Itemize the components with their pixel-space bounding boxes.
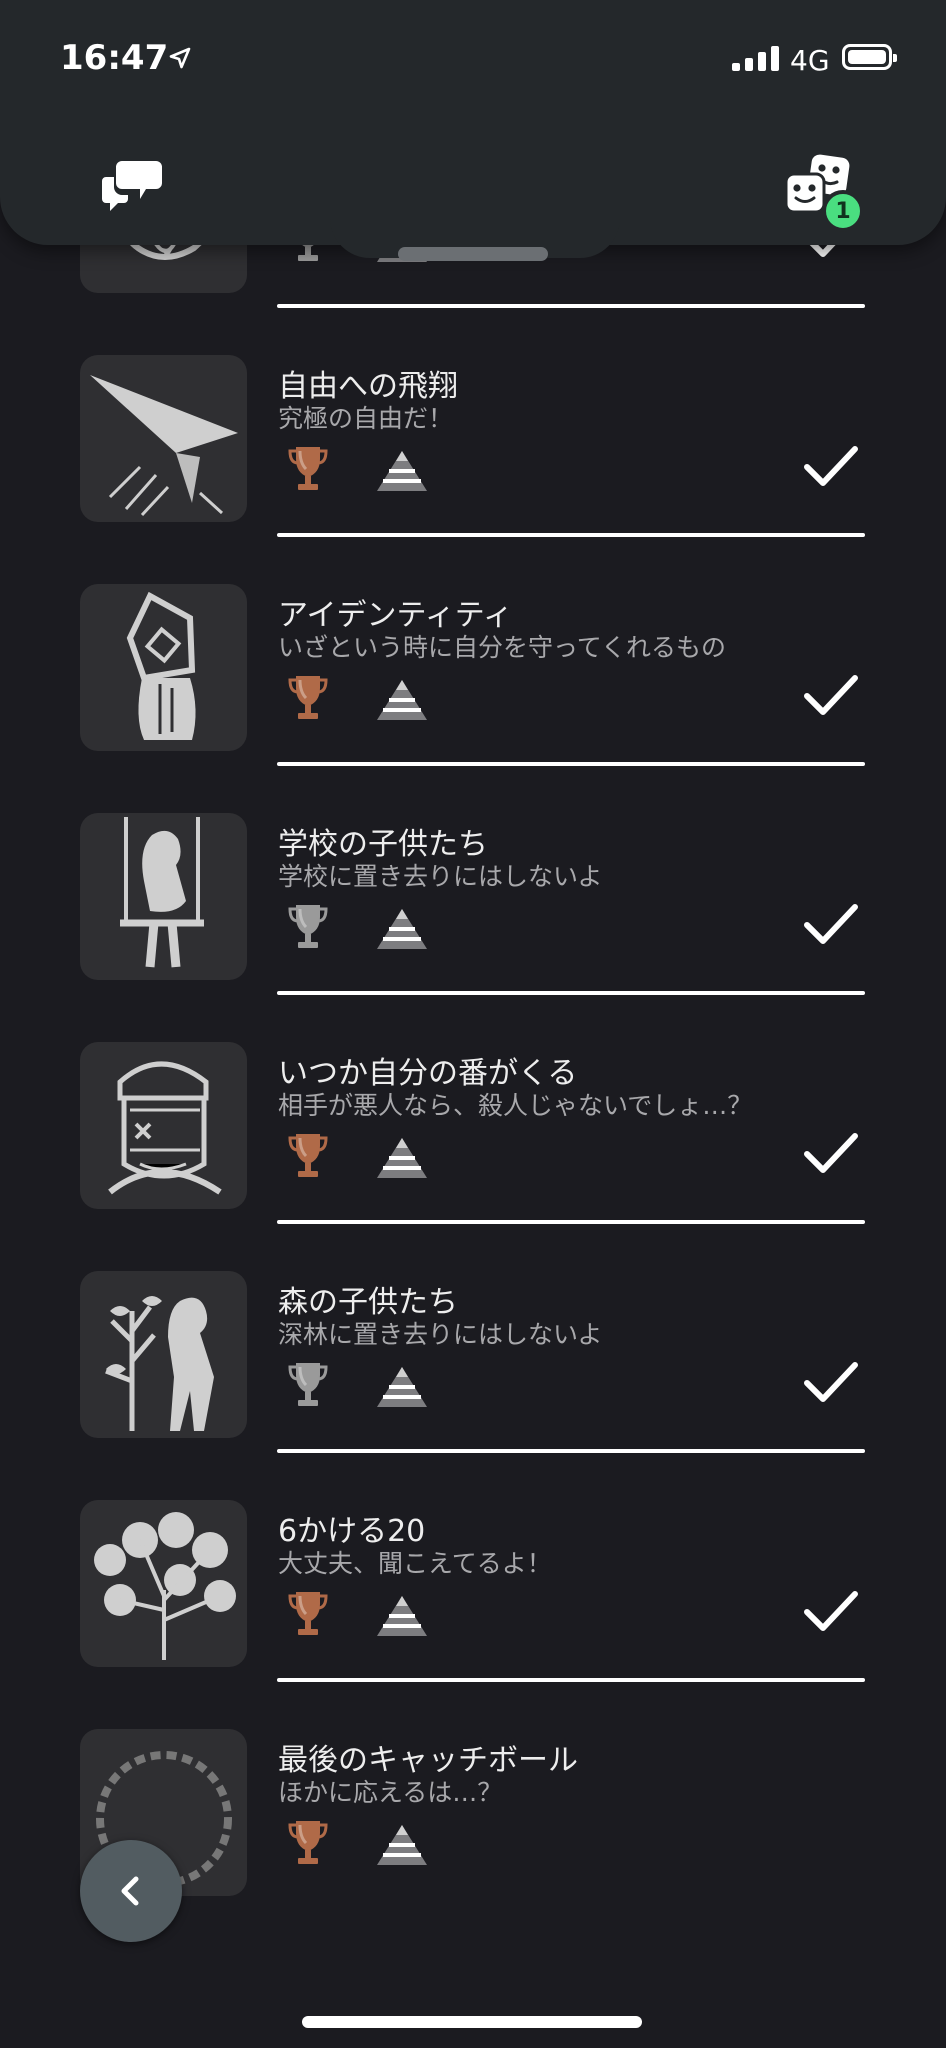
divider xyxy=(277,304,865,308)
divider xyxy=(277,1220,865,1224)
rarity-pyramid-icon xyxy=(377,1138,427,1178)
list-item[interactable]: 森の子供たち 深林に置き去りにはしないよ xyxy=(0,1259,946,1488)
paper-bag-mask-icon xyxy=(80,584,247,751)
trophy-description: 深林に置き去りにはしないよ xyxy=(278,1320,603,1349)
divider xyxy=(277,991,865,995)
divider xyxy=(277,533,865,537)
trophy-description: 相手が悪人なら、殺人じゃないでしょ…？ xyxy=(278,1091,753,1120)
checkmark-icon xyxy=(804,1362,858,1402)
silver-trophy-icon xyxy=(288,905,328,948)
home-indicator[interactable] xyxy=(302,2016,642,2028)
drag-handle[interactable] xyxy=(398,247,548,261)
network-type: 4G xyxy=(790,44,830,77)
battery-icon xyxy=(842,44,897,70)
bronze-trophy-icon xyxy=(288,447,328,490)
rarity-pyramid-icon xyxy=(377,1367,427,1407)
rarity-pyramid-icon xyxy=(377,909,427,949)
paper-plane-icon xyxy=(80,355,247,522)
divider xyxy=(277,762,865,766)
rarity-pyramid-icon xyxy=(377,1825,427,1865)
status-time: 16:47 xyxy=(60,38,169,78)
tree-balloons-icon xyxy=(80,1500,247,1667)
checkmark-icon xyxy=(804,675,858,715)
trophy-description: 学校に置き去りにはしないよ xyxy=(278,862,603,891)
trophy-description: 究極の自由だ！ xyxy=(278,404,454,433)
rarity-pyramid-icon xyxy=(377,1596,427,1636)
cellular-signal-icon xyxy=(732,46,779,71)
divider xyxy=(277,1678,865,1682)
checkmark-icon xyxy=(804,1133,858,1173)
bronze-trophy-icon xyxy=(288,1134,328,1177)
silver-trophy-icon xyxy=(288,1363,328,1406)
list-item[interactable]: 自由への飛翔 究極の自由だ！ xyxy=(0,343,946,572)
bandaged-face-icon xyxy=(80,1042,247,1209)
divider xyxy=(277,1449,865,1453)
list-item[interactable]: 学校の子供たち 学校に置き去りにはしないよ xyxy=(0,801,946,1030)
bronze-trophy-icon xyxy=(288,676,328,719)
rarity-pyramid-icon xyxy=(377,451,427,491)
rarity-pyramid-icon xyxy=(377,680,427,720)
list-item[interactable]: 6かける20 大丈夫、聞こえてるよ！ xyxy=(0,1488,946,1717)
top-bar: 16:47 4G xyxy=(0,0,946,245)
trophy-description: ほかに応えるは…？ xyxy=(278,1778,503,1807)
list-item[interactable]: いつか自分の番がくる 相手が悪人なら、殺人じゃないでしょ…？ xyxy=(0,1030,946,1259)
trophy-description: 大丈夫、聞こえてるよ！ xyxy=(278,1549,552,1578)
notification-badge: 1 xyxy=(822,190,864,232)
bronze-trophy-icon xyxy=(288,1821,328,1864)
checkmark-icon xyxy=(804,1591,858,1631)
bronze-trophy-icon xyxy=(288,1592,328,1635)
trophy-description: いざという時に自分を守ってくれるもの xyxy=(278,633,727,662)
checkmark-icon xyxy=(804,446,858,486)
back-button[interactable] xyxy=(80,1840,182,1942)
chevron-left-icon xyxy=(121,1876,139,1906)
location-arrow-icon xyxy=(169,47,191,69)
forest-child-icon xyxy=(80,1271,247,1438)
list-item[interactable]: アイデンティティ いざという時に自分を守ってくれるもの xyxy=(0,572,946,801)
chat-bubbles-icon[interactable] xyxy=(100,155,164,211)
child-on-swing-icon xyxy=(80,813,247,980)
checkmark-icon xyxy=(804,904,858,944)
